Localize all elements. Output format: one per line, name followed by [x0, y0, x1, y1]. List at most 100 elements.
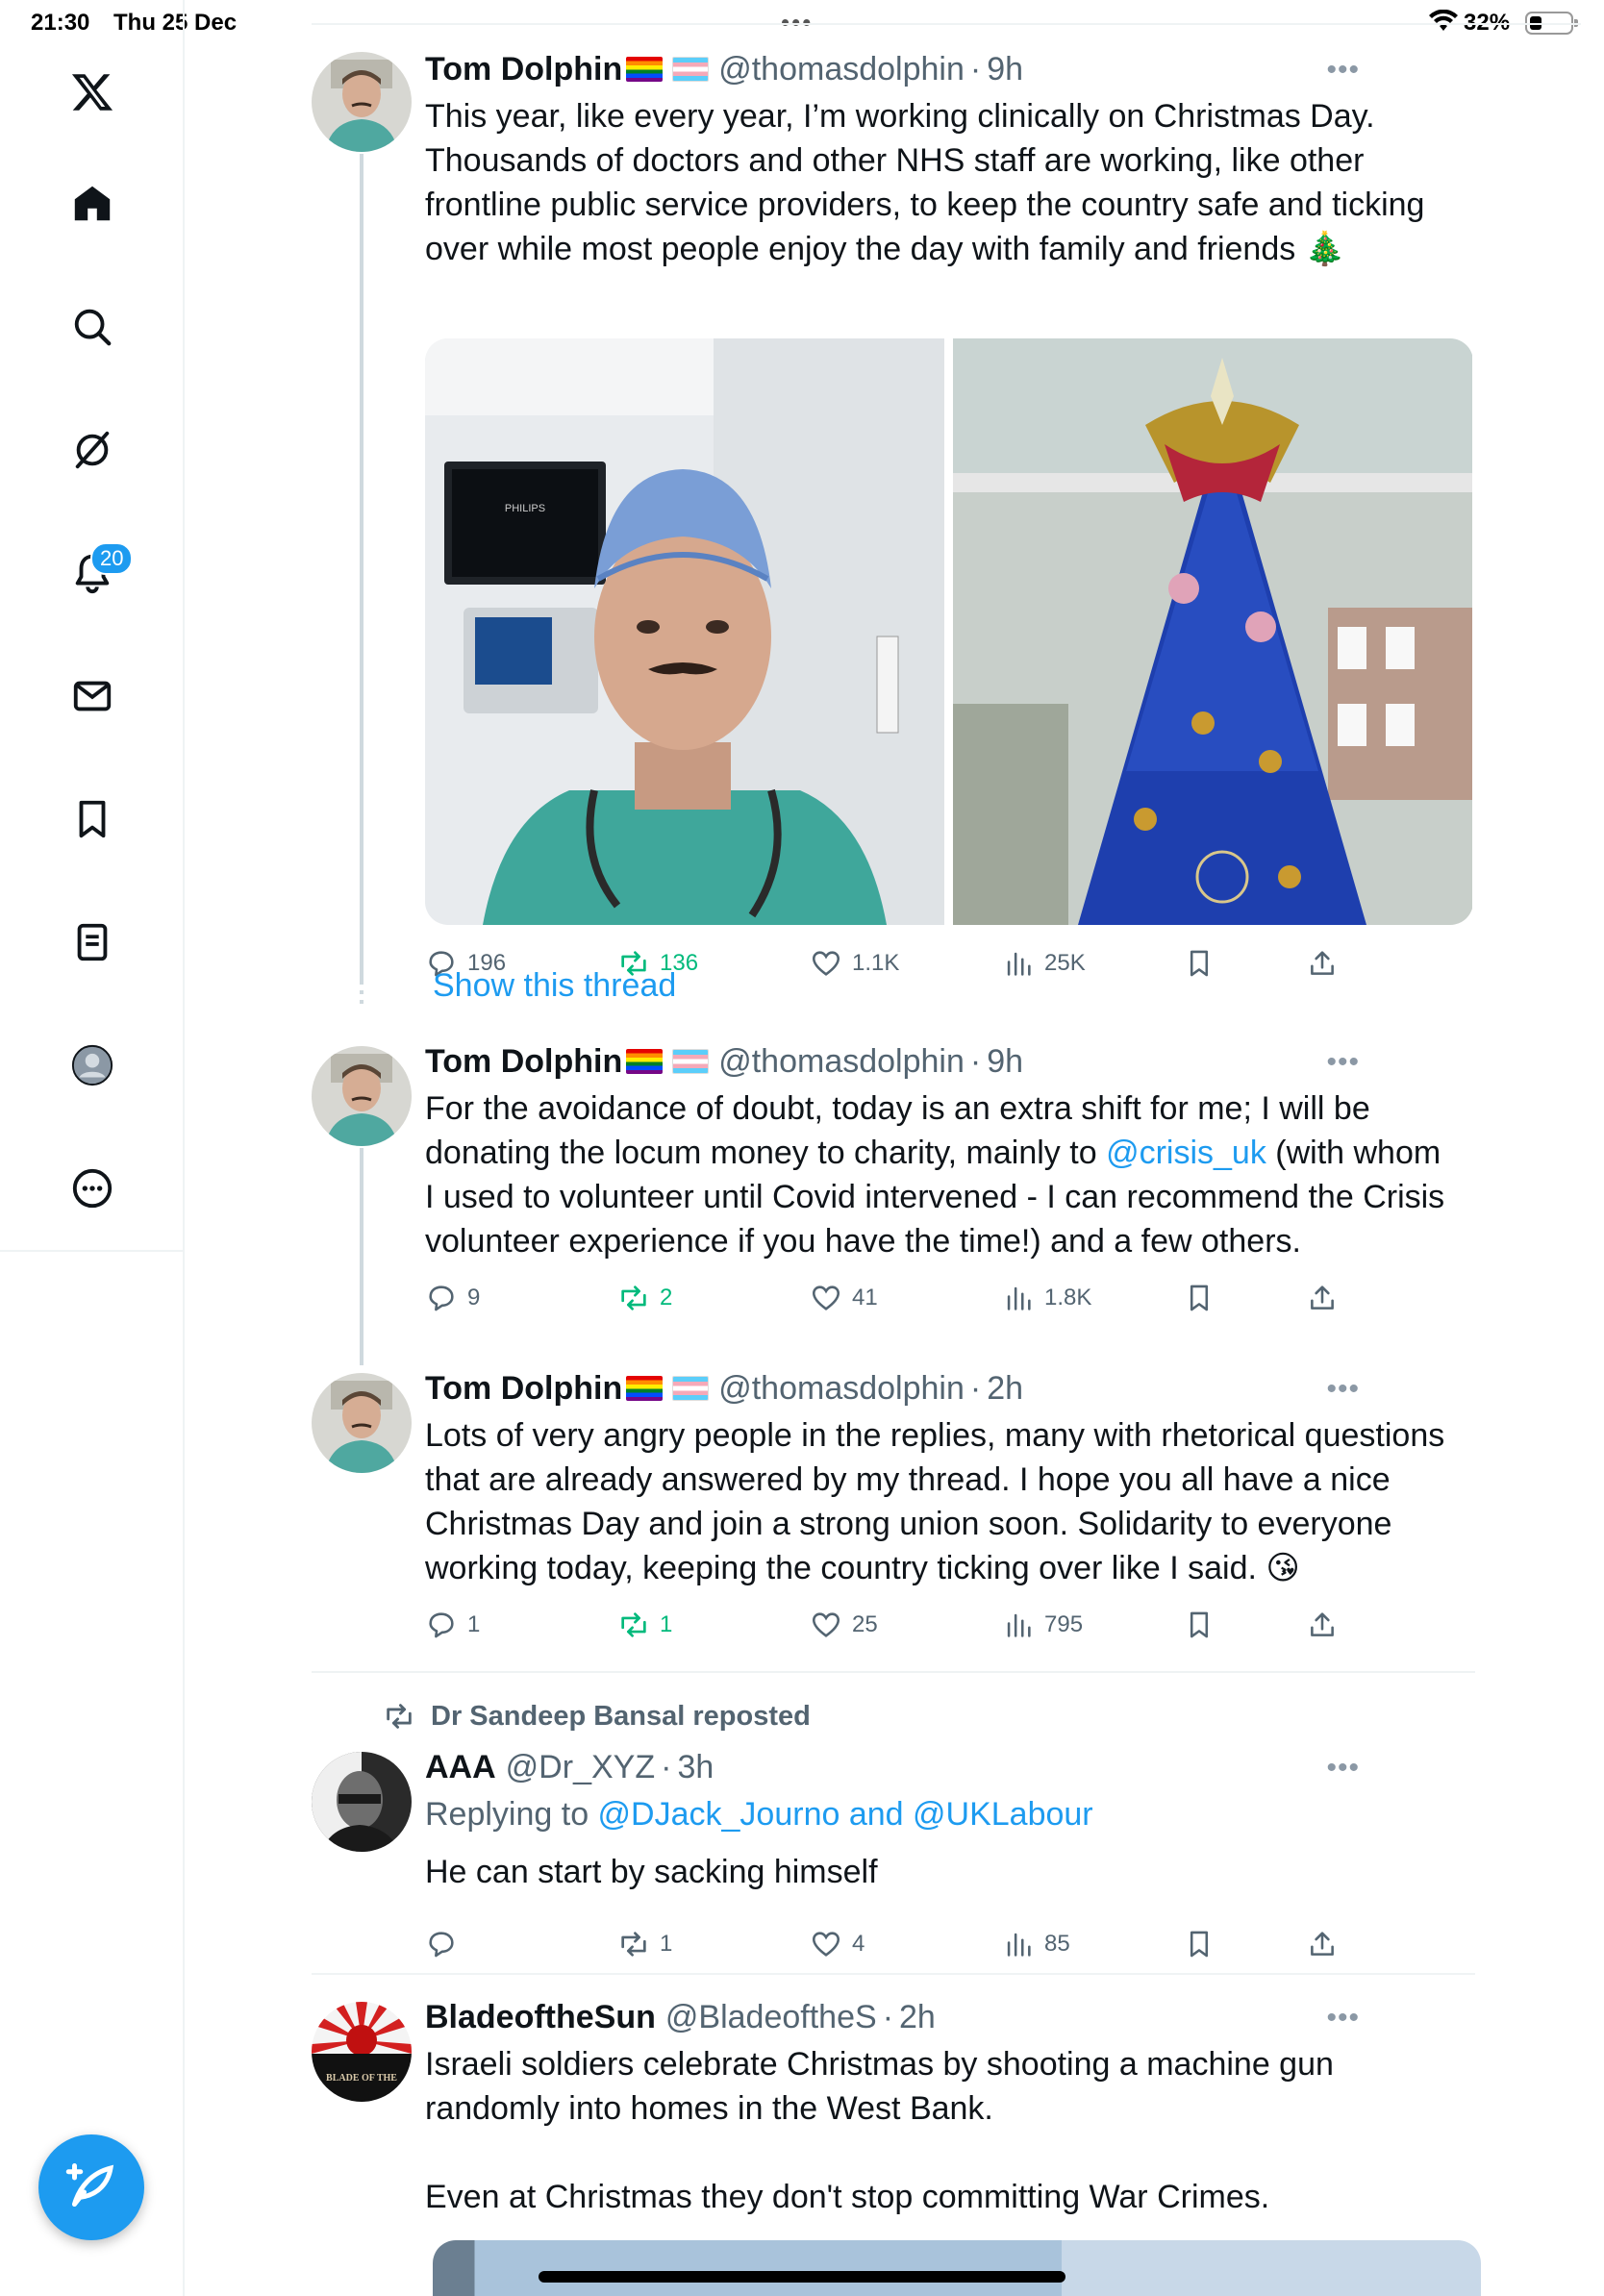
- more-options-icon[interactable]: •••: [1326, 1752, 1360, 1784]
- heart-icon: [812, 1932, 840, 1957]
- bookmark-button[interactable]: [1183, 944, 1216, 983]
- repost-button[interactable]: 1: [617, 1925, 672, 1963]
- reply-button[interactable]: 1: [425, 1606, 480, 1644]
- repost-button[interactable]: 2: [617, 1279, 672, 1317]
- tweet[interactable]: AAA @Dr_XYZ · 3h ••• Replying to @DJack_…: [312, 1746, 1360, 1958]
- heart-icon: [812, 1285, 840, 1310]
- tweet[interactable]: Tom Dolphin @thomasdolphin · 2h ••• Lots…: [312, 1367, 1444, 1638]
- tweet-header: Tom Dolphin @thomasdolphin · 2h: [425, 1369, 1024, 1408]
- more-options-icon[interactable]: •••: [1326, 54, 1360, 87]
- reply-button[interactable]: [425, 1925, 467, 1963]
- user-handle[interactable]: @thomasdolphin: [718, 1043, 965, 1081]
- avatar[interactable]: [312, 52, 412, 152]
- repost-context[interactable]: Dr Sandeep Bansal reposted: [383, 1700, 811, 1733]
- bookmark-icon: [1190, 1931, 1209, 1958]
- more-options-icon[interactable]: •••: [1326, 1373, 1360, 1406]
- avatar[interactable]: [312, 1752, 412, 1852]
- tweet-media[interactable]: PHILIPS: [425, 338, 1473, 925]
- heart-icon: [812, 951, 840, 976]
- grok-icon[interactable]: [67, 425, 117, 475]
- tweet-divider: [312, 1671, 1475, 1673]
- views-button[interactable]: 25K: [1002, 944, 1086, 983]
- views-chart-icon: [1007, 1613, 1031, 1637]
- timestamp[interactable]: 2h: [899, 1999, 936, 2036]
- display-name[interactable]: Tom Dolphin: [425, 51, 622, 88]
- share-button[interactable]: [1306, 1279, 1339, 1317]
- reply-icon: [429, 1932, 454, 1958]
- views-chart-icon: [1007, 952, 1031, 976]
- bookmark-button[interactable]: [1183, 1925, 1216, 1963]
- tweet-header: BladeoftheSun @BladeoftheS · 2h: [425, 1998, 936, 2036]
- tweet-header: Tom Dolphin @thomasdolphin · 9h: [425, 1042, 1024, 1081]
- views-chart-icon: [1007, 1286, 1031, 1310]
- tweet-divider: [312, 1973, 1475, 1975]
- user-handle[interactable]: @BladeoftheS: [665, 1999, 877, 2036]
- timestamp[interactable]: 2h: [987, 1370, 1023, 1408]
- replying-to: Replying to @DJack_Journo and @UKLabour: [425, 1796, 1093, 1833]
- user-handle[interactable]: @thomasdolphin: [718, 1370, 965, 1408]
- repost-icon: [621, 1932, 646, 1957]
- user-handle[interactable]: @Dr_XYZ: [506, 1749, 655, 1786]
- views-button[interactable]: 85: [1002, 1925, 1070, 1963]
- more-icon[interactable]: [67, 1163, 117, 1213]
- like-button[interactable]: 25: [810, 1606, 878, 1644]
- show-thread-link[interactable]: Show this thread: [433, 967, 676, 1005]
- compose-feather-icon: [65, 2163, 114, 2207]
- avatar[interactable]: [312, 1373, 412, 1473]
- tweet-text: Israeli soldiers celebrate Christmas by …: [425, 2046, 1334, 2215]
- reply-button[interactable]: 9: [425, 1279, 480, 1317]
- like-button[interactable]: 4: [810, 1925, 865, 1963]
- bookmarks-icon[interactable]: [67, 794, 117, 844]
- media-photo-selfie[interactable]: PHILIPS: [425, 338, 945, 925]
- repost-icon: [387, 1704, 412, 1729]
- repost-icon: [621, 1612, 646, 1637]
- more-options-icon[interactable]: •••: [1326, 2002, 1360, 2034]
- rainbow-flag-icon: [626, 1376, 664, 1401]
- bookmark-icon: [1190, 950, 1209, 977]
- display-name[interactable]: Tom Dolphin: [425, 1043, 622, 1081]
- share-button[interactable]: [1306, 1606, 1339, 1644]
- mention-link[interactable]: @crisis_uk: [1106, 1135, 1266, 1171]
- avatar[interactable]: [312, 1046, 412, 1146]
- profile-icon[interactable]: [67, 1040, 117, 1090]
- tweet-header: AAA @Dr_XYZ · 3h: [425, 1748, 714, 1786]
- views-button[interactable]: 795: [1002, 1606, 1083, 1644]
- avatar[interactable]: BLADE OF THE: [312, 2002, 412, 2102]
- messages-icon[interactable]: [67, 671, 117, 721]
- timestamp[interactable]: 9h: [987, 51, 1023, 88]
- media-photo-christmas-tree[interactable]: [953, 338, 1473, 925]
- tweet[interactable]: Tom Dolphin @thomasdolphin · 9h ••• This…: [312, 48, 1472, 977]
- media-preview[interactable]: [433, 2240, 1481, 2296]
- like-button[interactable]: 1.1K: [810, 944, 899, 983]
- home-indicator[interactable]: [539, 2271, 1065, 2283]
- lists-icon[interactable]: [67, 917, 117, 967]
- display-name[interactable]: BladeoftheSun: [425, 1999, 656, 2036]
- tweet-text: He can start by sacking himself: [425, 1854, 878, 1890]
- tweet[interactable]: Tom Dolphin @thomasdolphin · 9h ••• For …: [312, 1040, 1444, 1311]
- reply-icon: [429, 1285, 454, 1311]
- timestamp[interactable]: 9h: [987, 1043, 1023, 1081]
- bookmark-icon: [1190, 1611, 1209, 1638]
- share-button[interactable]: [1306, 1925, 1339, 1963]
- share-icon: [1311, 1612, 1334, 1636]
- repost-button[interactable]: 1: [617, 1606, 672, 1644]
- bookmark-button[interactable]: [1183, 1606, 1216, 1644]
- views-button[interactable]: 1.8K: [1002, 1279, 1091, 1317]
- home-icon[interactable]: [67, 179, 117, 229]
- timestamp[interactable]: 3h: [677, 1749, 714, 1786]
- rainbow-flag-icon: [626, 1049, 664, 1074]
- display-name[interactable]: AAA: [425, 1749, 496, 1786]
- compose-button[interactable]: [38, 2134, 144, 2240]
- share-button[interactable]: [1306, 944, 1339, 983]
- notifications-badge: 20: [90, 542, 134, 575]
- rainbow-flag-icon: [626, 57, 664, 82]
- bookmark-button[interactable]: [1183, 1279, 1216, 1317]
- search-icon[interactable]: [67, 302, 117, 352]
- user-handle[interactable]: @thomasdolphin: [718, 51, 965, 88]
- more-options-icon[interactable]: •••: [1326, 1046, 1360, 1079]
- trans-flag-icon: [672, 57, 710, 82]
- replying-to-link[interactable]: @DJack_Journo and @UKLabour: [598, 1796, 1093, 1833]
- like-button[interactable]: 41: [810, 1279, 878, 1317]
- display-name[interactable]: Tom Dolphin: [425, 1370, 622, 1408]
- x-logo-icon[interactable]: [67, 67, 117, 117]
